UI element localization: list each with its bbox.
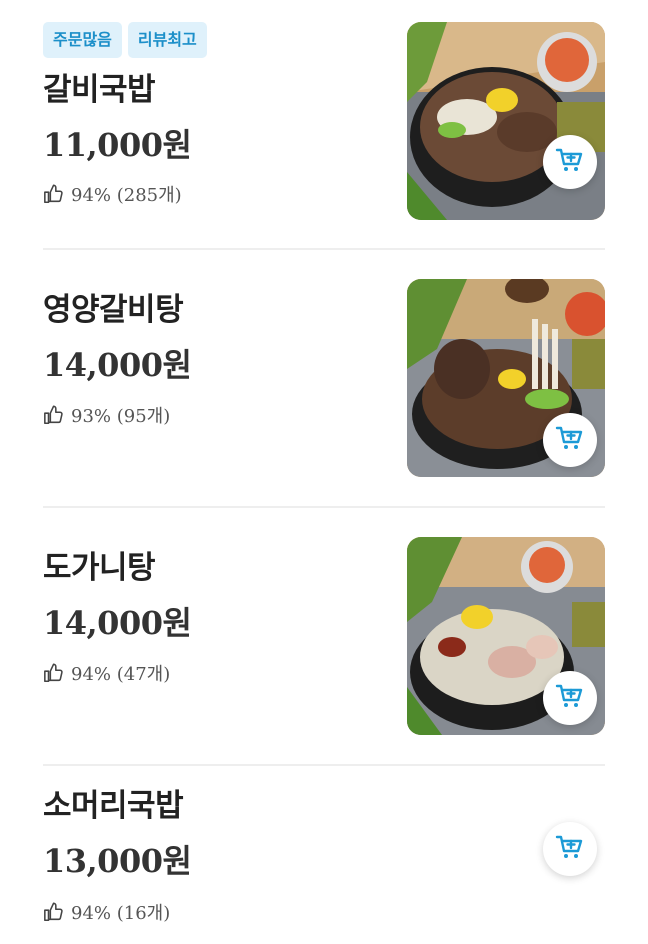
badge-group: 주문많음 리뷰최고 xyxy=(43,22,207,58)
menu-item-price: 13,000원 xyxy=(43,842,192,880)
menu-item[interactable]: 영양갈비탕 14,000원 93% (95개) xyxy=(43,250,605,506)
menu-item-price: 11,000원 xyxy=(43,126,192,164)
menu-item[interactable]: 소머리국밥 13,000원 94% (16개) xyxy=(43,766,605,944)
menu-item-name: 갈비국밥 xyxy=(43,72,156,108)
thumbs-up-icon xyxy=(43,901,65,923)
thumbs-up-icon xyxy=(43,183,65,205)
menu-item[interactable]: 도가니탕 14,000원 94% (47개) xyxy=(43,508,605,764)
badge-best-review: 리뷰최고 xyxy=(127,22,207,58)
add-to-cart-icon xyxy=(555,145,585,179)
menu-item-name: 도가니탕 xyxy=(43,550,156,586)
menu-item-rating: 94% (285개) xyxy=(43,181,182,207)
rating-text: 94% (16개) xyxy=(71,903,171,924)
thumbs-up-icon xyxy=(43,404,65,426)
menu-item-rating: 93% (95개) xyxy=(43,402,170,428)
add-to-cart-icon xyxy=(555,681,585,715)
menu-item-price: 14,000원 xyxy=(43,346,192,384)
rating-text: 93% (95개) xyxy=(71,406,171,427)
add-to-cart-button[interactable] xyxy=(543,135,597,189)
menu-item-rating: 94% (16개) xyxy=(43,899,170,925)
rating-text: 94% (285개) xyxy=(71,185,182,206)
add-to-cart-button[interactable] xyxy=(543,413,597,467)
menu-item-name: 영양갈비탕 xyxy=(43,292,184,328)
add-to-cart-button[interactable] xyxy=(543,671,597,725)
menu-item-price: 14,000원 xyxy=(43,604,192,642)
rating-text: 94% (47개) xyxy=(71,664,171,685)
add-to-cart-button[interactable] xyxy=(543,822,597,876)
add-to-cart-icon xyxy=(555,423,585,457)
menu-item-photo[interactable] xyxy=(407,22,605,220)
menu-item-name: 소머리국밥 xyxy=(43,788,184,824)
menu-item-rating: 94% (47개) xyxy=(43,660,170,686)
thumbs-up-icon xyxy=(43,662,65,684)
menu-item[interactable]: 주문많음 리뷰최고 갈비국밥 11,000원 94% (285개) xyxy=(43,0,605,248)
add-to-cart-icon xyxy=(555,832,585,866)
badge-popular: 주문많음 xyxy=(43,22,122,58)
